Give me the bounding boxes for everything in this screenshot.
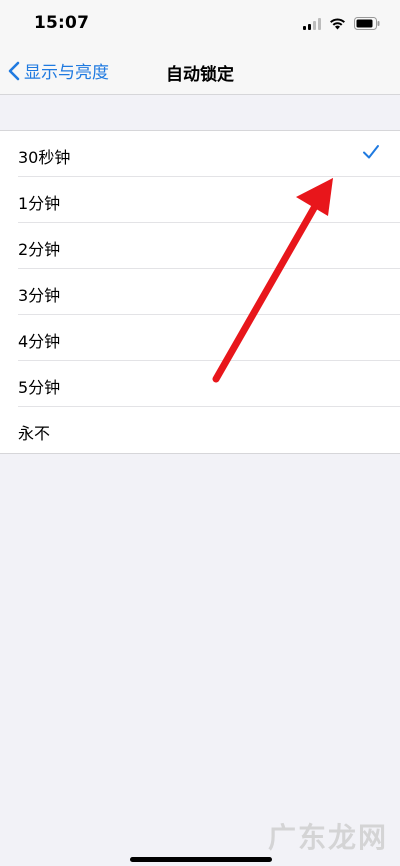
option-row[interactable]: 2分钟 <box>0 223 400 269</box>
page-title: 自动锁定 <box>166 65 234 85</box>
option-label: 30秒钟 <box>18 148 71 167</box>
option-row[interactable]: 5分钟 <box>0 361 400 407</box>
option-row[interactable]: 4分钟 <box>0 315 400 361</box>
option-label: 永不 <box>18 424 51 443</box>
status-time: 15:07 <box>34 13 90 33</box>
status-icons <box>303 15 380 34</box>
option-label: 2分钟 <box>18 240 61 259</box>
option-row[interactable]: 1分钟 <box>0 177 400 223</box>
option-label: 3分钟 <box>18 286 61 305</box>
home-indicator <box>130 857 272 862</box>
checkmark-icon <box>362 144 380 164</box>
navigation-bar: 显示与亮度 自动锁定 <box>0 48 400 95</box>
option-label: 5分钟 <box>18 378 61 397</box>
option-row[interactable]: 永不 <box>0 407 400 453</box>
wifi-icon <box>329 15 346 34</box>
signal-icon <box>303 15 321 34</box>
auto-lock-options: 30秒钟 1分钟 2分钟 3分钟 4分钟 5分钟 永不 <box>0 130 400 454</box>
status-bar: 15:07 <box>0 0 400 48</box>
option-label: 4分钟 <box>18 332 61 351</box>
option-row[interactable]: 3分钟 <box>0 269 400 315</box>
option-label: 1分钟 <box>18 194 61 213</box>
watermark: 广东龙网 <box>267 821 388 854</box>
option-row[interactable]: 30秒钟 <box>0 131 400 177</box>
battery-icon <box>354 15 380 34</box>
